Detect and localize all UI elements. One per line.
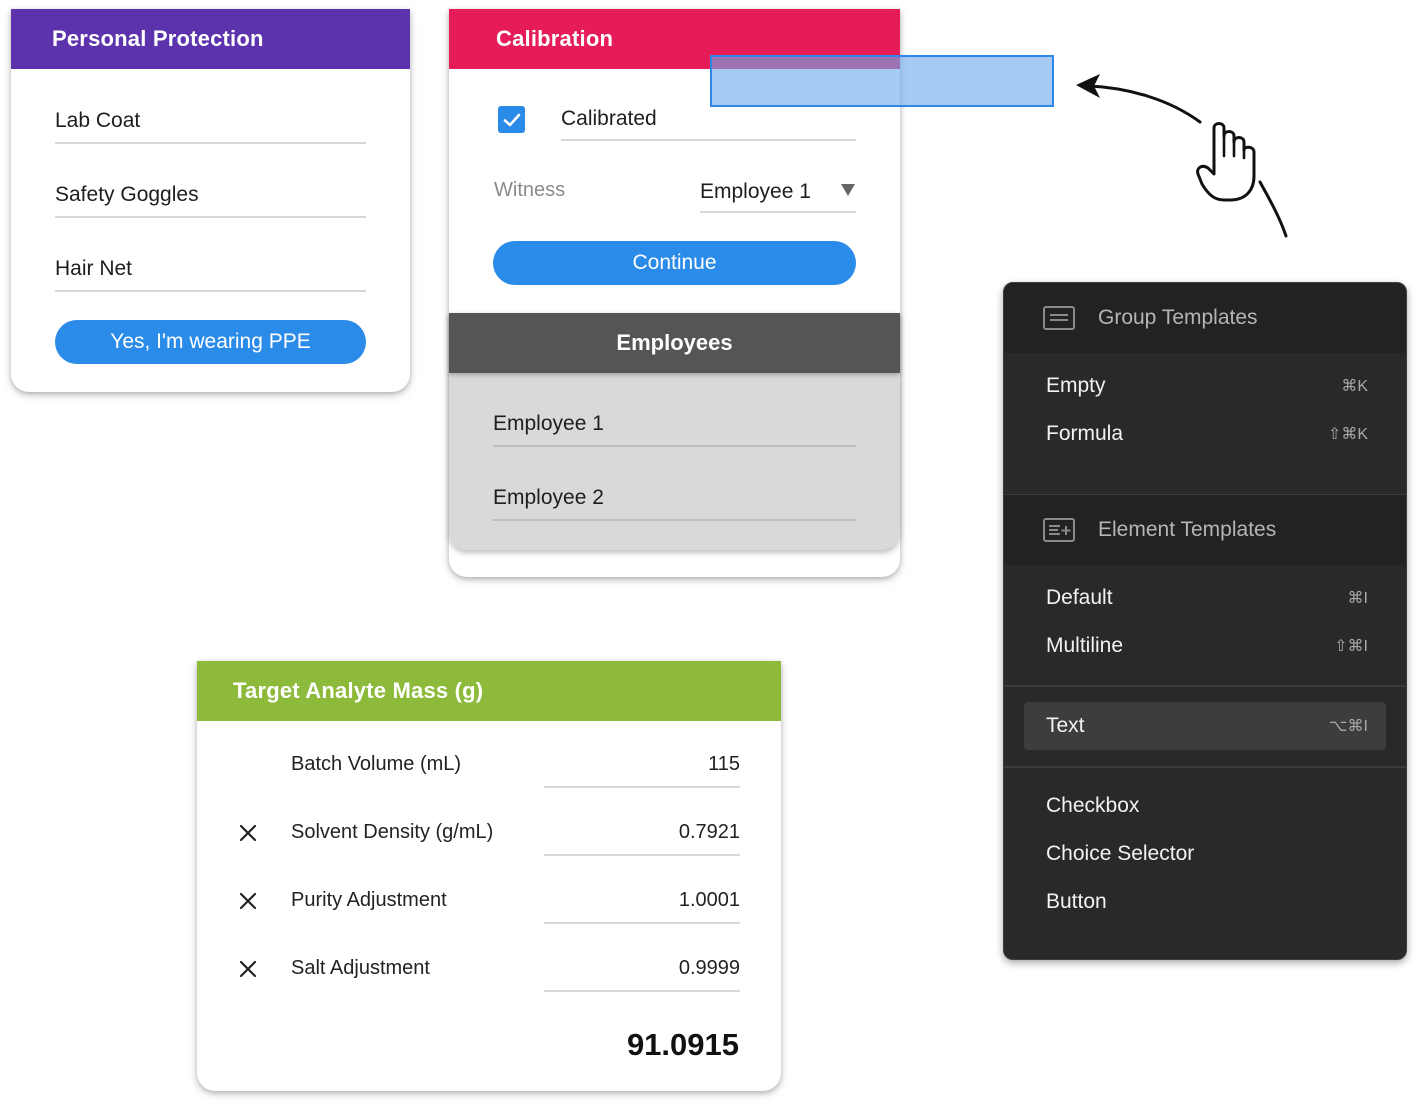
employee-item-2[interactable]: Employee 2 xyxy=(493,477,856,521)
employees-panel: Employees Employee 1 Employee 2 xyxy=(449,313,900,550)
menu-item-label: Multiline xyxy=(1046,634,1124,657)
ppe-item-hair-net[interactable]: Hair Net xyxy=(55,247,366,292)
menu-item-default[interactable]: Default ⌘I xyxy=(1004,576,1406,620)
purity-adjustment-label: Purity Adjustment xyxy=(291,889,447,911)
solvent-density-label: Solvent Density (g/mL) xyxy=(291,821,494,843)
grab-hand-icon xyxy=(1196,122,1256,202)
menu-item-formula[interactable]: Formula ⇧⌘K xyxy=(1004,412,1406,456)
analyte-card-title: Target Analyte Mass (g) xyxy=(197,661,781,721)
employee-item-1[interactable]: Employee 1 xyxy=(493,403,856,447)
menu-item-label: Default xyxy=(1046,586,1113,609)
element-template-icon xyxy=(1043,518,1075,542)
drag-drop-placeholder xyxy=(710,55,1054,107)
menu-item-label: Empty xyxy=(1046,374,1106,397)
ppe-card-title: Personal Protection xyxy=(11,9,410,69)
ppe-item-lab-coat[interactable]: Lab Coat xyxy=(55,99,366,144)
menu-item-shortcut: ⇧⌘K xyxy=(1327,426,1368,443)
menu-item-checkbox[interactable]: Checkbox xyxy=(1004,784,1406,828)
menu-item-shortcut: ⌘K xyxy=(1341,378,1368,395)
menu-item-label: Formula xyxy=(1046,422,1124,445)
menu-item-label: Button xyxy=(1046,890,1107,913)
group-templates-title: Group Templates xyxy=(1098,306,1258,329)
witness-select[interactable]: Employee 1 xyxy=(700,171,856,213)
purity-adjustment-value[interactable]: 1.0001 xyxy=(544,889,740,924)
menu-item-shortcut: ⇧⌘I xyxy=(1334,638,1368,655)
salt-adjustment-value[interactable]: 0.9999 xyxy=(544,957,740,992)
menu-item-empty[interactable]: Empty ⌘K xyxy=(1004,364,1406,408)
solvent-density-value[interactable]: 0.7921 xyxy=(544,821,740,856)
templates-menu: Group Templates Empty ⌘K Formula ⇧⌘K Ele… xyxy=(1003,282,1407,960)
menu-item-choice-selector[interactable]: Choice Selector xyxy=(1004,832,1406,876)
menu-item-label: Checkbox xyxy=(1046,794,1140,817)
calibrated-checkbox[interactable] xyxy=(498,106,525,133)
group-templates-header: Group Templates xyxy=(1004,283,1406,353)
dropdown-triangle-icon xyxy=(841,184,855,196)
multiply-icon xyxy=(239,824,257,842)
element-templates-header: Element Templates xyxy=(1004,495,1406,565)
menu-item-shortcut: ⌥⌘I xyxy=(1329,718,1368,735)
group-template-icon xyxy=(1043,306,1075,330)
menu-item-button[interactable]: Button xyxy=(1004,880,1406,924)
menu-divider xyxy=(1004,766,1406,768)
menu-item-label: Choice Selector xyxy=(1046,842,1195,865)
menu-item-multiline[interactable]: Multiline ⇧⌘I xyxy=(1004,624,1406,668)
witness-select-value: Employee 1 xyxy=(700,180,811,203)
batch-volume-value[interactable]: 115 xyxy=(544,753,740,788)
menu-item-text[interactable]: Text ⌥⌘I xyxy=(1024,702,1386,750)
employees-title: Employees xyxy=(449,313,900,373)
ppe-item-safety-goggles[interactable]: Safety Goggles xyxy=(55,173,366,218)
target-analyte-mass-card: Target Analyte Mass (g) Batch Volume (mL… xyxy=(197,661,781,1091)
continue-button[interactable]: Continue xyxy=(493,241,856,285)
menu-item-label: Text xyxy=(1046,714,1085,737)
salt-adjustment-label: Salt Adjustment xyxy=(291,957,430,979)
multiply-icon xyxy=(239,960,257,978)
menu-item-shortcut: ⌘I xyxy=(1347,590,1368,607)
drag-gesture-illustration xyxy=(1076,74,1288,238)
element-templates-title: Element Templates xyxy=(1098,518,1277,541)
checkmark-icon xyxy=(503,113,520,126)
multiply-icon xyxy=(239,892,257,910)
personal-protection-card: Personal Protection Lab Coat Safety Gogg… xyxy=(11,9,410,392)
wearing-ppe-button[interactable]: Yes, I'm wearing PPE xyxy=(55,320,366,364)
witness-label: Witness xyxy=(494,179,566,201)
batch-volume-label: Batch Volume (mL) xyxy=(291,753,462,775)
analyte-total: 91.0915 xyxy=(626,1027,739,1062)
menu-divider xyxy=(1004,685,1406,687)
